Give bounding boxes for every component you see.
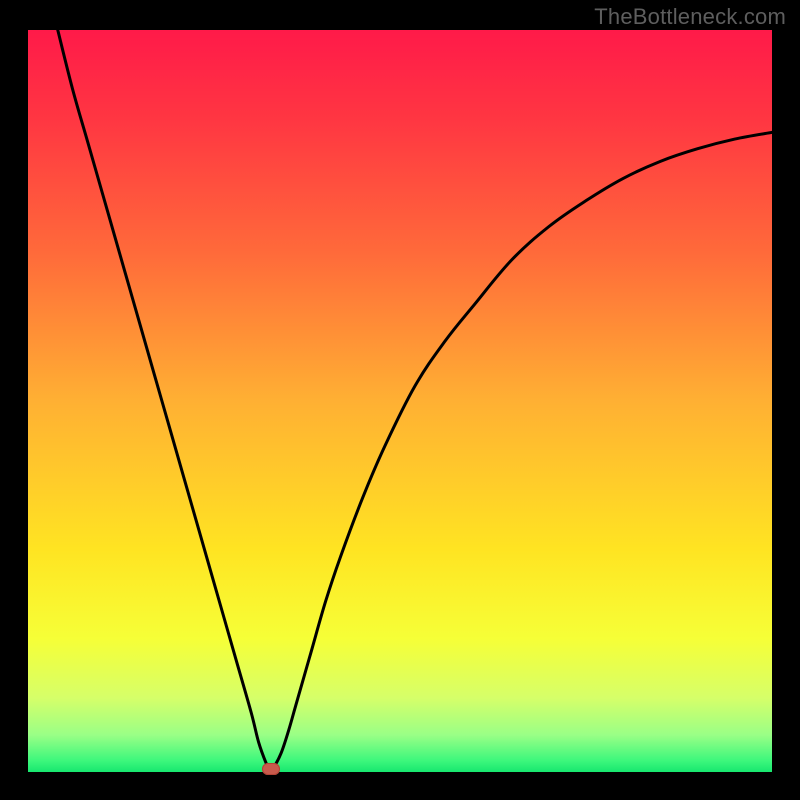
gradient-background — [28, 30, 772, 772]
chart-svg — [28, 30, 772, 772]
chart-frame: TheBottleneck.com — [0, 0, 800, 800]
plot-area — [28, 30, 772, 772]
bottleneck-marker — [262, 763, 280, 775]
watermark-text: TheBottleneck.com — [594, 4, 786, 30]
